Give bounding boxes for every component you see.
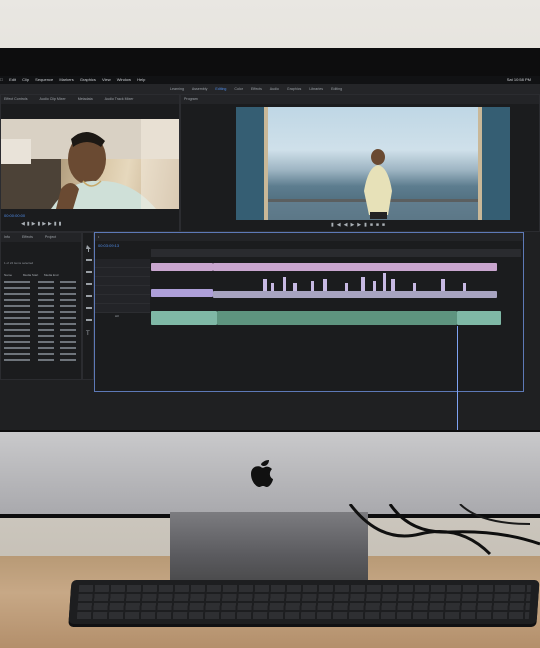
menu-item[interactable]: Help — [137, 77, 145, 82]
track-header-v3[interactable]: V3 — [95, 259, 150, 273]
key-row — [78, 585, 532, 592]
graphic-clips[interactable] — [213, 273, 503, 291]
audio-clip[interactable] — [457, 311, 501, 325]
workspace-tab[interactable]: Color — [234, 87, 243, 91]
tab-sequence[interactable]: • — [95, 235, 99, 239]
timeline-timecode: 00:03:09:13 — [98, 243, 120, 248]
workspace-tab[interactable]: Libraries — [309, 87, 323, 91]
menu-item[interactable]: Clip — [22, 77, 29, 82]
menu-item[interactable]: Edit — [9, 77, 16, 82]
project-item-list[interactable] — [4, 281, 80, 371]
key-row — [77, 603, 530, 610]
workspace-tab[interactable]: Editing — [331, 87, 342, 91]
menu-item[interactable]: Markers — [59, 77, 73, 82]
playhead[interactable] — [457, 326, 458, 430]
workspace-tab[interactable]: Effects — [251, 87, 262, 91]
ocean-scene-image — [236, 107, 510, 220]
apple-menu-icon[interactable]:  — [0, 77, 3, 82]
tab-project[interactable]: Project — [42, 235, 56, 239]
workspace-bar: Learning Assembly Editing Color Effects … — [0, 84, 540, 94]
column-name[interactable]: Name — [4, 273, 12, 277]
cables — [348, 504, 540, 556]
source-transport-controls[interactable]: ◀▮▶▮▶▶▮▮ — [21, 222, 151, 227]
apple-logo-icon — [251, 460, 273, 487]
track-header-a1[interactable]: A1 — [95, 286, 150, 300]
tools-panel: T — [82, 232, 94, 380]
track-header-a2[interactable]: A2 — [95, 295, 150, 309]
column-media-end[interactable]: Media End — [44, 273, 58, 277]
menu-item[interactable]: Graphics — [80, 77, 96, 82]
timeline-panel: • 00:03:09:13 V3 V2 V1 A1 A2 A3 — [94, 232, 524, 392]
program-video-frame[interactable] — [236, 107, 510, 220]
monitor-stand — [170, 512, 368, 586]
tool-icons[interactable]: T — [84, 243, 94, 353]
workspace-tab[interactable]: Assembly — [192, 87, 208, 91]
workspace-tab[interactable]: Audio — [270, 87, 279, 91]
tab-metadata[interactable]: Metadata — [75, 97, 93, 101]
menu-item[interactable]: Window — [117, 77, 131, 82]
project-tabstrip: Info Effects Project — [1, 233, 81, 242]
track-header-v1[interactable]: V1 — [95, 277, 150, 291]
svg-text:T: T — [85, 330, 90, 337]
tab-info[interactable]: Info — [1, 235, 10, 239]
track-header-a3[interactable]: A3 — [95, 304, 150, 318]
tab-effects[interactable]: Effects — [19, 235, 33, 239]
tab-audio-track-mixer[interactable]: Audio Track Mixer — [102, 97, 134, 101]
tab-audio-clip-mixer[interactable]: Audio Clip Mixer — [37, 97, 66, 101]
workspace-tab-active[interactable]: Editing — [215, 87, 226, 91]
source-monitor-panel: Effect Controls Audio Clip Mixer Metadat… — [0, 94, 180, 232]
workspace-tab[interactable]: Learning — [170, 87, 184, 91]
source-video-frame[interactable] — [1, 119, 179, 209]
workspace-tab[interactable]: Graphics — [287, 87, 301, 91]
program-monitor-panel: Program 00:03:09:13 ▮◀◀▶▶▮■■■ — [180, 94, 540, 236]
video-clip[interactable] — [213, 291, 497, 298]
keyboard — [68, 580, 540, 624]
menu-bar:  Edit Clip Sequence Markers Graphics Vi… — [0, 76, 540, 84]
menu-item[interactable]: Sequence — [35, 77, 53, 82]
monitor-chin — [0, 432, 540, 514]
video-clip[interactable] — [151, 289, 213, 297]
source-timecode: 00:00:00:00 — [4, 213, 26, 218]
tab-effect-controls[interactable]: Effect Controls — [1, 97, 28, 101]
project-panel: Info Effects Project 1 of 24 items selec… — [0, 232, 82, 380]
timeline-ruler[interactable] — [151, 249, 521, 257]
timeline-tabstrip: • — [95, 233, 523, 241]
key-row — [78, 594, 531, 601]
source-transport-bar: 00:00:00:00 ◀▮▶▮▶▶▮▮ — [1, 211, 179, 231]
project-column-headers: Name Media Start Media End — [4, 273, 80, 278]
audio-clip[interactable] — [151, 311, 217, 325]
screen:  Edit Clip Sequence Markers Graphics Vi… — [0, 76, 540, 430]
video-clip[interactable] — [151, 263, 213, 271]
key-row — [76, 612, 530, 619]
video-clip[interactable] — [213, 263, 497, 271]
portrait-image — [1, 119, 179, 209]
program-transport-controls[interactable]: ▮◀◀▶▶▮■■■ — [331, 222, 481, 228]
project-status: 1 of 24 items selected — [4, 261, 34, 265]
audio-clip[interactable] — [217, 311, 457, 325]
tab-program[interactable]: Program — [181, 97, 198, 101]
menu-clock: Sat 10:58 PM — [506, 77, 531, 82]
menu-item[interactable]: View — [102, 77, 111, 82]
source-tabstrip: Effect Controls Audio Clip Mixer Metadat… — [1, 95, 179, 104]
program-tabstrip: Program — [181, 95, 539, 104]
column-media-start[interactable]: Media Start — [23, 273, 38, 277]
track-header-v2[interactable]: V2 — [95, 268, 150, 282]
